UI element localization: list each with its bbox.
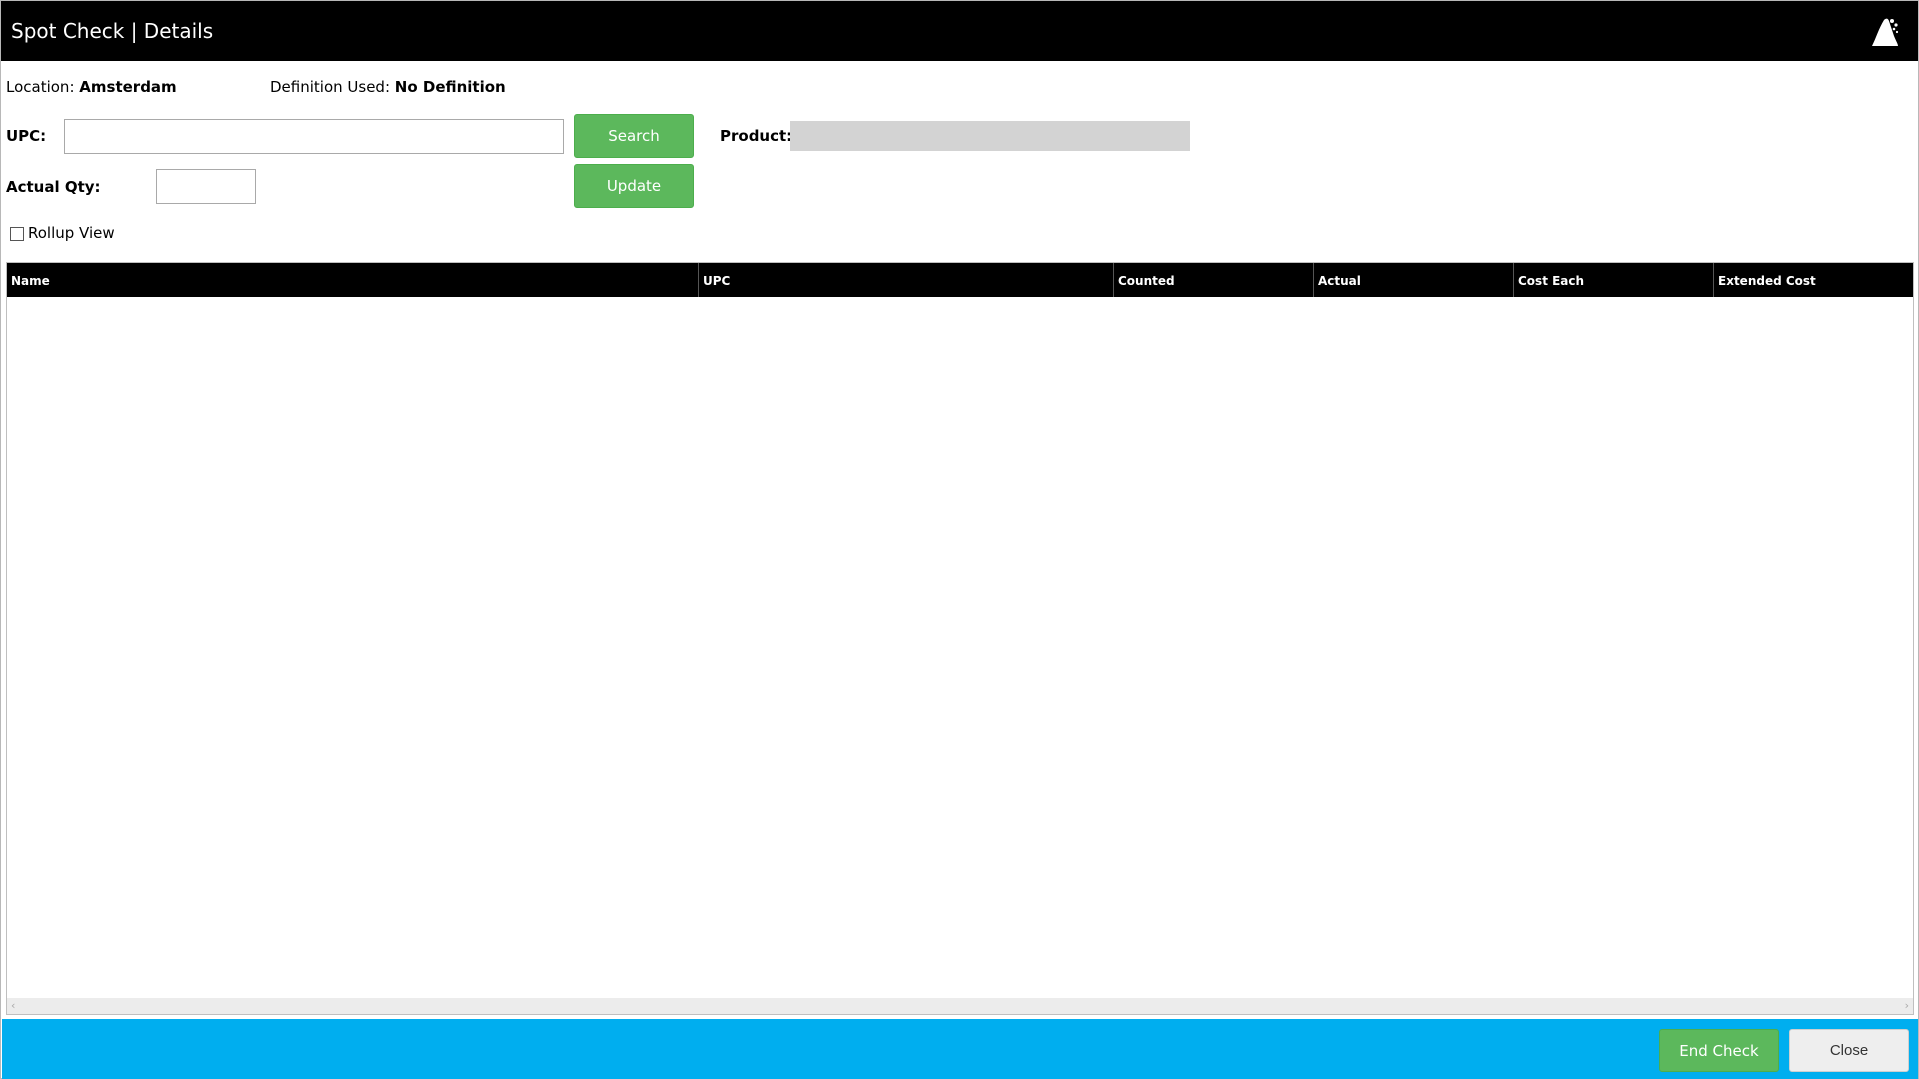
- location-label: Location:: [6, 78, 75, 96]
- page-title: Spot Check | Details: [11, 19, 214, 43]
- location-info: Location: Amsterdam: [6, 78, 177, 96]
- product-label: Product:: [720, 127, 793, 145]
- product-display: [790, 121, 1190, 151]
- definition-info: Definition Used: No Definition: [270, 78, 506, 96]
- column-header-upc[interactable]: UPC: [699, 263, 1114, 297]
- scroll-left-icon[interactable]: ‹: [11, 998, 15, 1014]
- column-header-name[interactable]: Name: [7, 263, 699, 297]
- definition-label: Definition Used:: [270, 78, 390, 96]
- close-button[interactable]: Close: [1789, 1029, 1909, 1072]
- upc-label: UPC:: [6, 127, 47, 145]
- rollup-view-label: Rollup View: [28, 224, 115, 242]
- rollup-view-checkbox[interactable]: [10, 227, 24, 241]
- actual-qty-input[interactable]: [156, 169, 256, 204]
- definition-value: No Definition: [394, 78, 506, 96]
- location-value: Amsterdam: [79, 78, 177, 96]
- actual-qty-label: Actual Qty:: [6, 178, 101, 196]
- footer-bar: End Check Close: [2, 1019, 1918, 1079]
- title-bar: Spot Check | Details: [1, 1, 1918, 61]
- column-header-actual[interactable]: Actual: [1314, 263, 1514, 297]
- column-header-counted[interactable]: Counted: [1114, 263, 1314, 297]
- column-header-cost-each[interactable]: Cost Each: [1514, 263, 1714, 297]
- table-header: Name UPC Counted Actual Cost Each Extend…: [7, 263, 1913, 297]
- column-header-extended-cost[interactable]: Extended Cost: [1714, 263, 1913, 297]
- upc-input[interactable]: [64, 119, 564, 154]
- end-check-button[interactable]: End Check: [1659, 1029, 1779, 1072]
- scroll-right-icon[interactable]: ›: [1905, 998, 1909, 1014]
- search-button[interactable]: Search: [574, 114, 694, 158]
- app-logo-icon: [1872, 18, 1899, 46]
- update-button[interactable]: Update: [574, 164, 694, 208]
- spot-check-table: Name UPC Counted Actual Cost Each Extend…: [6, 262, 1914, 1015]
- horizontal-scrollbar[interactable]: ‹ ›: [7, 998, 1913, 1014]
